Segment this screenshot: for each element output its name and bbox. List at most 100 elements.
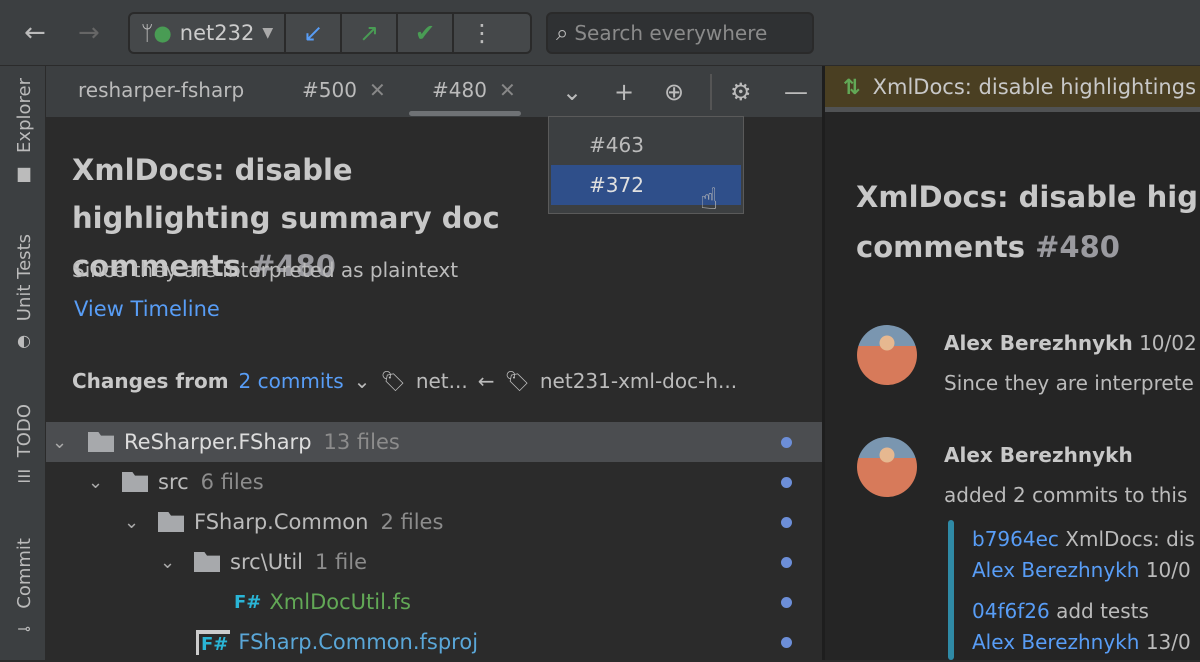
active-tab-indicator bbox=[409, 111, 521, 116]
view-timeline-link[interactable]: View Timeline bbox=[74, 297, 220, 321]
editor-tab-title: XmlDocs: disable highlightings bbox=[872, 74, 1197, 99]
timestamp: 10/02 bbox=[1139, 331, 1197, 355]
sidebar-label: Commit bbox=[13, 538, 35, 609]
close-icon[interactable]: ✕ bbox=[369, 78, 386, 102]
plus-icon[interactable]: + bbox=[614, 78, 634, 106]
commit-author-link[interactable]: Alex Berezhnykh bbox=[972, 630, 1139, 654]
pr-number: #480 bbox=[1035, 230, 1120, 264]
tree-row[interactable]: ⌄ FSharp.Common 2 files bbox=[46, 502, 822, 542]
search-placeholder: Search everywhere bbox=[574, 21, 768, 45]
commit-message: add tests bbox=[1056, 599, 1149, 623]
commit-list-bar bbox=[948, 520, 954, 660]
title-line: comments bbox=[856, 230, 1025, 264]
title-line: XmlDocs: disable high bbox=[856, 180, 1200, 214]
menu-item-463[interactable]: #463 bbox=[551, 125, 741, 165]
chevron-down-icon[interactable]: ⌄ bbox=[562, 78, 582, 106]
tree-node-name: src\Util bbox=[230, 550, 304, 574]
modified-dot bbox=[781, 476, 792, 488]
modified-dot bbox=[781, 636, 792, 648]
commit-meta: Alex Berezhnykh 10/0 bbox=[972, 558, 1191, 582]
tree-node-name: FSharp.Common bbox=[194, 510, 369, 534]
commit-hash-link[interactable]: 04f6f26 bbox=[972, 599, 1050, 623]
avatar[interactable] bbox=[857, 325, 917, 385]
pr-description: Since they are interpreted as plaintext bbox=[72, 258, 459, 282]
tab-label: resharper-fsharp bbox=[78, 78, 245, 102]
checkmark-icon: ✔ bbox=[414, 19, 436, 47]
commit-entry: b7964ec XmlDocs: dis bbox=[972, 527, 1195, 551]
left-arrow-icon: ← bbox=[477, 369, 495, 393]
folder-icon bbox=[194, 552, 220, 572]
tab-500[interactable]: #500 ✕ bbox=[302, 78, 386, 102]
sidebar-item-commit[interactable]: Commit ⊸ bbox=[4, 538, 44, 638]
sidebar-item-unit-tests[interactable]: Unit Tests ◐ bbox=[4, 234, 44, 350]
chevron-down-icon[interactable]: ⌄ bbox=[124, 512, 144, 533]
commit-hash-link[interactable]: b7964ec bbox=[972, 527, 1059, 551]
list-icon: ☰ bbox=[16, 467, 32, 487]
tree-row[interactable]: F# XmlDocUtil.fs bbox=[46, 582, 822, 622]
modified-dot bbox=[781, 556, 792, 568]
modified-dot bbox=[781, 596, 792, 608]
commit-entry: 04f6f26 add tests bbox=[972, 599, 1149, 623]
folder-icon bbox=[88, 432, 114, 452]
tool-window-strip: Explorer ▆ Unit Tests ◐ TODO ☰ Commit ⊸ bbox=[0, 66, 46, 660]
commit-author-link[interactable]: Alex Berezhnykh bbox=[972, 558, 1139, 582]
chevron-down-icon[interactable]: ⌄ bbox=[88, 472, 108, 493]
event-text: added 2 commits to this bbox=[944, 483, 1188, 507]
minimize-icon[interactable]: — bbox=[784, 78, 808, 106]
back-arrow-icon[interactable]: ← bbox=[24, 18, 46, 48]
author-name[interactable]: Alex Berezhnykh bbox=[944, 331, 1133, 355]
folder-icon: ▆ bbox=[17, 162, 31, 182]
close-icon[interactable]: ✕ bbox=[499, 78, 516, 102]
sidebar-item-explorer[interactable]: Explorer ▆ bbox=[4, 78, 44, 182]
tag-icon: 🏷︎ bbox=[380, 369, 406, 393]
file-count: 1 file bbox=[315, 550, 368, 574]
commits-dropdown[interactable]: 2 commits bbox=[239, 369, 344, 393]
tab-resharper-fsharp[interactable]: resharper-fsharp bbox=[78, 78, 244, 102]
editor-tab-pull-request[interactable]: ⇅ XmlDocs: disable highlightings bbox=[825, 66, 1200, 112]
more-vertical-icon: ⋮ bbox=[470, 19, 494, 47]
tree-row[interactable]: ⌄ ReSharper.FSharp 13 files bbox=[46, 422, 822, 462]
chevron-down-icon[interactable]: ⌄ bbox=[52, 432, 72, 453]
update-project-button[interactable]: ↙ bbox=[286, 14, 342, 52]
push-button[interactable]: ↗ bbox=[342, 14, 398, 52]
modified-dot bbox=[781, 516, 792, 528]
source-branch: net231-xml-doc-h... bbox=[539, 369, 738, 393]
fsharp-file-icon: F# bbox=[234, 591, 262, 613]
tree-node-name: XmlDocUtil.fs bbox=[269, 590, 411, 614]
comment-body: Since they are interprete bbox=[944, 371, 1194, 395]
author-name[interactable]: Alex Berezhnykh bbox=[944, 443, 1133, 467]
tree-row[interactable]: F# FSharp.Common.fsproj bbox=[46, 622, 822, 662]
forward-arrow-icon[interactable]: → bbox=[78, 18, 100, 48]
chevron-down-icon[interactable]: ⌄ bbox=[354, 369, 371, 393]
tree-node-name: src bbox=[158, 470, 189, 494]
tag-icon: 🏷︎ bbox=[504, 369, 530, 393]
file-count: 6 files bbox=[200, 470, 264, 494]
locate-icon[interactable]: ⊕ bbox=[664, 78, 684, 106]
file-count: 13 files bbox=[323, 430, 400, 454]
search-everywhere-field[interactable]: ⌕ Search everywhere bbox=[546, 12, 814, 54]
tree-node-name: FSharp.Common.fsproj bbox=[238, 630, 479, 654]
hand-cursor-icon: ☝ bbox=[700, 182, 719, 217]
tree-row[interactable]: ⌄ src\Util 1 file bbox=[46, 542, 822, 582]
branch-selector[interactable]: ᛘ● net232 ▼ bbox=[130, 14, 286, 52]
avatar[interactable] bbox=[857, 437, 917, 497]
folder-icon bbox=[122, 472, 148, 492]
unit-tests-icon: ◐ bbox=[17, 331, 31, 351]
sidebar-label: Explorer bbox=[13, 78, 35, 153]
update-arrow-icon: ↙ bbox=[302, 19, 324, 47]
modified-dot bbox=[781, 436, 792, 448]
divider bbox=[710, 74, 712, 110]
commit-meta: Alex Berezhnykh 13/0 bbox=[972, 630, 1191, 654]
sidebar-item-todo[interactable]: TODO ☰ bbox=[4, 404, 44, 486]
gear-icon[interactable]: ⚙ bbox=[730, 78, 752, 106]
fsproj-file-icon: F# bbox=[196, 629, 231, 655]
more-button[interactable]: ⋮ bbox=[454, 14, 510, 52]
sidebar-label: Unit Tests bbox=[13, 234, 35, 322]
commit-button[interactable]: ✔ bbox=[398, 14, 454, 52]
commit-message: XmlDocs: dis bbox=[1065, 527, 1195, 551]
tab-480[interactable]: #480 ✕ bbox=[432, 78, 516, 102]
tree-node-name: ReSharper.FSharp bbox=[124, 430, 312, 454]
chevron-down-icon[interactable]: ⌄ bbox=[160, 552, 180, 573]
tab-label: #500 bbox=[302, 78, 357, 102]
tree-row[interactable]: ⌄ src 6 files bbox=[46, 462, 822, 502]
